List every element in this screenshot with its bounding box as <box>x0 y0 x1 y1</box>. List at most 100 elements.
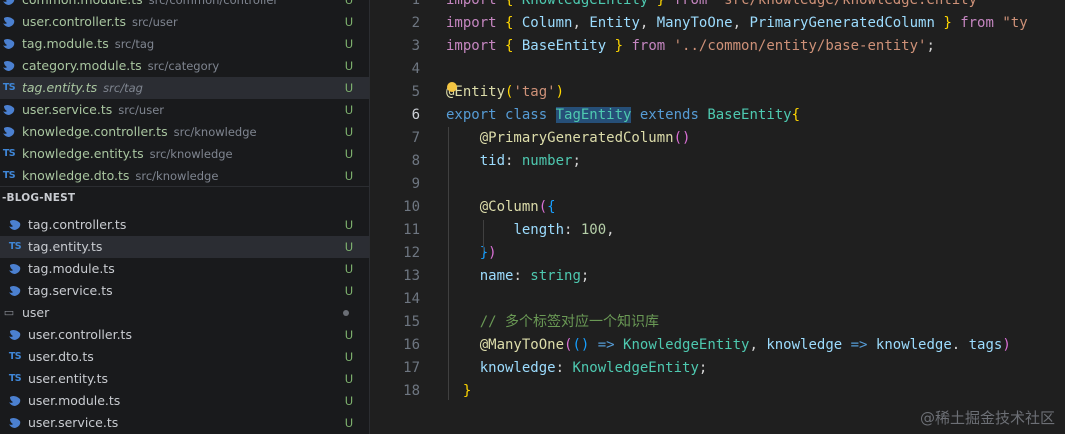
code-token: { <box>505 38 522 54</box>
line-number: 9 <box>411 176 420 192</box>
code-token: ; <box>698 360 708 376</box>
code-token: ) <box>1002 337 1011 353</box>
nestjs-file-icon <box>3 126 15 137</box>
indent-guide <box>483 220 484 253</box>
file-name-text: user.controller.ts <box>28 327 132 342</box>
file-item[interactable]: knowledge.controller.ts src/knowledge U <box>0 121 369 143</box>
file-path: src/tag <box>114 37 155 51</box>
lightbulb-icon[interactable] <box>447 82 457 92</box>
file-name: user.service.ts <box>28 412 118 434</box>
file-name-text: tag.module.ts <box>22 36 109 51</box>
file-path: src/common/controller <box>148 0 279 7</box>
code-line[interactable]: tid: number; <box>446 150 581 173</box>
file-item[interactable]: user.controller.ts src/user U <box>0 11 369 33</box>
code-token: => <box>842 337 876 353</box>
line-number: 11 <box>403 222 420 238</box>
code-token: 100 <box>580 222 607 238</box>
code-token: 'tag' <box>513 84 556 100</box>
folder-item[interactable]: ▭ user <box>0 302 369 324</box>
file-item[interactable]: TS knowledge.dto.ts src/knowledge U <box>0 165 369 187</box>
file-name: user.entity.ts <box>28 368 108 390</box>
line-number: 6 <box>411 107 420 123</box>
file-item[interactable]: tag.module.ts src/tag U <box>0 33 369 55</box>
watermark: @稀土掘金技术社区 <box>919 409 1055 427</box>
typescript-file-icon: TS <box>8 241 22 252</box>
code-token: import <box>446 15 506 31</box>
file-item[interactable]: TS tag.entity.ts U <box>0 236 369 258</box>
nestjs-file-icon <box>3 38 15 49</box>
line-number: 8 <box>411 153 420 169</box>
line-number: 2 <box>411 15 420 31</box>
file-path: src/knowledge <box>173 125 257 139</box>
file-item[interactable]: user.module.ts U <box>0 390 369 412</box>
file-path: src/tag <box>103 81 143 95</box>
code-line[interactable]: import { KnowledgeEntity } from 'src/kno… <box>446 0 994 12</box>
code-token: : <box>505 153 522 169</box>
nestjs-file-icon <box>9 395 21 406</box>
code-line[interactable]: } <box>446 380 471 403</box>
git-status-badge: U <box>344 125 354 139</box>
code-line[interactable]: name: string; <box>446 265 590 288</box>
code-line[interactable]: }) <box>446 242 497 265</box>
code-token: length <box>513 222 565 238</box>
code-line[interactable]: @Column({ <box>446 196 556 219</box>
file-name: tag.entity.ts src/tag <box>22 77 143 99</box>
code-token: , <box>749 337 767 353</box>
file-item[interactable]: tag.module.ts U <box>0 258 369 280</box>
file-name-text: common.module.ts <box>22 0 143 7</box>
git-status-badge: U <box>344 103 354 117</box>
file-item[interactable]: tag.controller.ts U <box>0 214 369 236</box>
code-line[interactable]: @ManyToOne(() => KnowledgeEntity, knowle… <box>446 334 1011 357</box>
code-line[interactable]: length: 100, <box>446 219 614 242</box>
file-path: src/category <box>147 59 220 73</box>
file-item[interactable]: user.service.ts src/user U <box>0 99 369 121</box>
file-item[interactable]: TS knowledge.entity.ts src/knowledge U <box>0 143 369 165</box>
file-item[interactable]: TS tag.entity.ts src/tag U <box>0 77 369 99</box>
code-token: export <box>446 107 506 123</box>
file-item[interactable]: user.controller.ts U <box>0 324 369 346</box>
code-token: tid <box>479 153 506 169</box>
code-token: ; <box>580 268 590 284</box>
code-token: TagEntity <box>555 107 632 123</box>
code-token: ) <box>555 84 565 100</box>
explorer-section-header[interactable]: -BLOG-NEST <box>0 187 369 209</box>
line-number: 17 <box>403 360 420 376</box>
code-line[interactable]: import { BaseEntity } from '../common/en… <box>446 35 935 58</box>
typescript-file-icon: TS <box>8 351 22 362</box>
file-item[interactable]: TS user.dto.ts U <box>0 346 369 368</box>
code-editor[interactable]: 1 2 3 4 5 6 7 8 9 10 11 12 13 14 15 16 17 18 import { Kno… <box>370 0 1065 434</box>
file-item[interactable]: category.module.ts src/category U <box>0 55 369 77</box>
file-name: user.controller.ts <box>28 324 132 346</box>
code-line[interactable]: @Entity('tag') <box>446 81 564 104</box>
file-item[interactable]: user.service.ts U <box>0 412 369 434</box>
code-token: KnowledgeEntity <box>521 0 649 8</box>
file-item[interactable]: TS user.entity.ts U <box>0 368 369 390</box>
code-token: 'src/knowledge/knowledge.entity' <box>715 0 986 8</box>
file-name: user.module.ts <box>28 390 120 412</box>
file-item[interactable]: common.module.ts src/common/controller U <box>0 0 369 11</box>
file-name: knowledge.dto.ts src/knowledge <box>22 165 218 187</box>
code-token: , <box>572 15 590 31</box>
file-item[interactable]: tag.service.ts U <box>0 280 369 302</box>
file-name: knowledge.entity.ts src/knowledge <box>22 143 233 165</box>
code-line[interactable]: @PrimaryGeneratedColumn() <box>446 127 691 150</box>
code-token: } <box>462 383 472 399</box>
file-name: tag.module.ts src/tag <box>22 33 154 55</box>
code-token: import <box>446 38 506 54</box>
code-line[interactable]: // 多个标签对应一个知识库 <box>446 311 659 334</box>
line-number: 7 <box>411 130 420 146</box>
code-line[interactable]: export class TagEntity extends BaseEntit… <box>446 104 800 127</box>
code-token: knowledge <box>875 337 952 353</box>
file-name-text: user.dto.ts <box>28 349 94 364</box>
code-token: KnowledgeEntity <box>623 337 750 353</box>
code-token: { <box>791 107 801 123</box>
code-line[interactable]: knowledge: KnowledgeEntity; <box>446 357 708 380</box>
code-token: from <box>623 38 674 54</box>
code-line[interactable]: import { Column, Entity, ManyToOne, Prim… <box>446 12 1028 35</box>
code-token: { <box>505 15 522 31</box>
